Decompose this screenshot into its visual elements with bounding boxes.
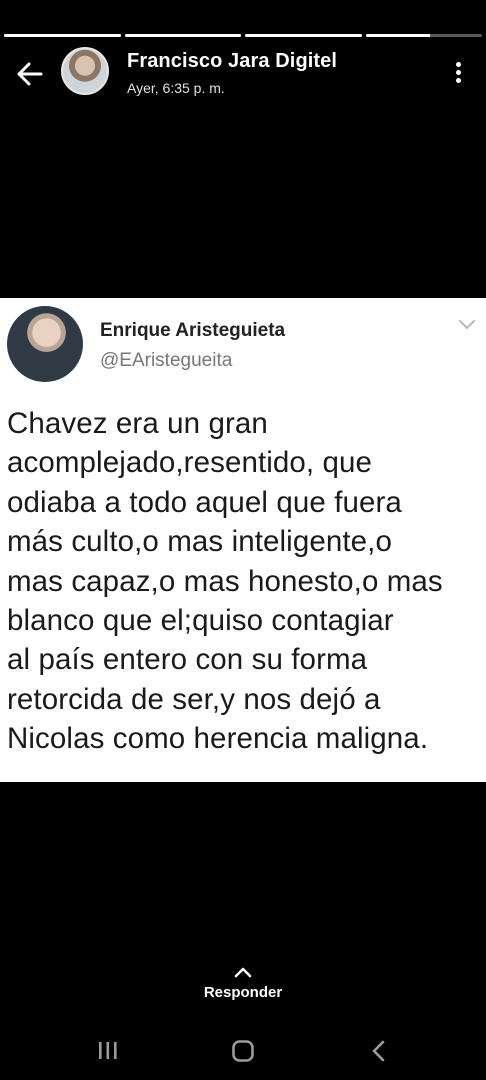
tweet-text-line: odiaba a todo aquel que fuera	[7, 485, 402, 519]
chevron-left-icon[interactable]	[364, 1038, 394, 1064]
story-author-name[interactable]: Francisco Jara Digitel	[127, 50, 337, 73]
tweet-author-name: Enrique Aristeguieta	[100, 320, 286, 341]
author-avatar[interactable]	[61, 47, 109, 95]
system-navigation-bar	[0, 1028, 486, 1076]
reply-button[interactable]: Responder	[0, 966, 486, 1001]
more-vertical-icon[interactable]	[448, 60, 468, 84]
tweet-text-line: más culto,o mas inteligente,o	[7, 525, 392, 559]
story-progress-bar	[4, 34, 482, 37]
story-progress-segment	[4, 34, 121, 37]
story-progress-segment	[365, 34, 482, 37]
tweet-text-line: retorcida de ser,y nos dejó a	[7, 682, 381, 716]
tweet-card: Enrique Aristeguieta @EAristegueita Chav…	[0, 298, 486, 782]
story-timestamp: Ayer, 6:35 p. m.	[127, 80, 225, 96]
tweet-text-line: mas capaz,o mas honesto,o mas	[7, 564, 443, 598]
story-progress-segment	[124, 34, 241, 37]
tweet-text-line: blanco que el;quiso contagiar	[7, 604, 394, 638]
story-progress-segment	[245, 34, 362, 37]
tweet-text-line: Nicolas como herencia maligna.	[7, 722, 429, 756]
tweet-text-line: al país entero con su forma	[7, 643, 368, 677]
chevron-up-icon	[234, 967, 252, 978]
story-header: Francisco Jara Digitel Ayer, 6:35 p. m.	[0, 44, 486, 100]
back-arrow-icon[interactable]	[14, 58, 46, 90]
tweet-author-handle: @EAristegueita	[100, 350, 233, 371]
chevron-down-icon	[458, 318, 476, 332]
tweet-avatar	[7, 306, 83, 382]
tweet-text-line: acomplejado,resentido, que	[7, 446, 373, 480]
home-icon[interactable]	[228, 1038, 258, 1064]
tweet-text-line: Chavez era un gran	[7, 407, 268, 440]
reply-label: Responder	[203, 984, 283, 1001]
recents-icon[interactable]	[94, 1038, 124, 1064]
tweet-text: Chavez era un gran acomplejado,resentido…	[7, 404, 483, 759]
